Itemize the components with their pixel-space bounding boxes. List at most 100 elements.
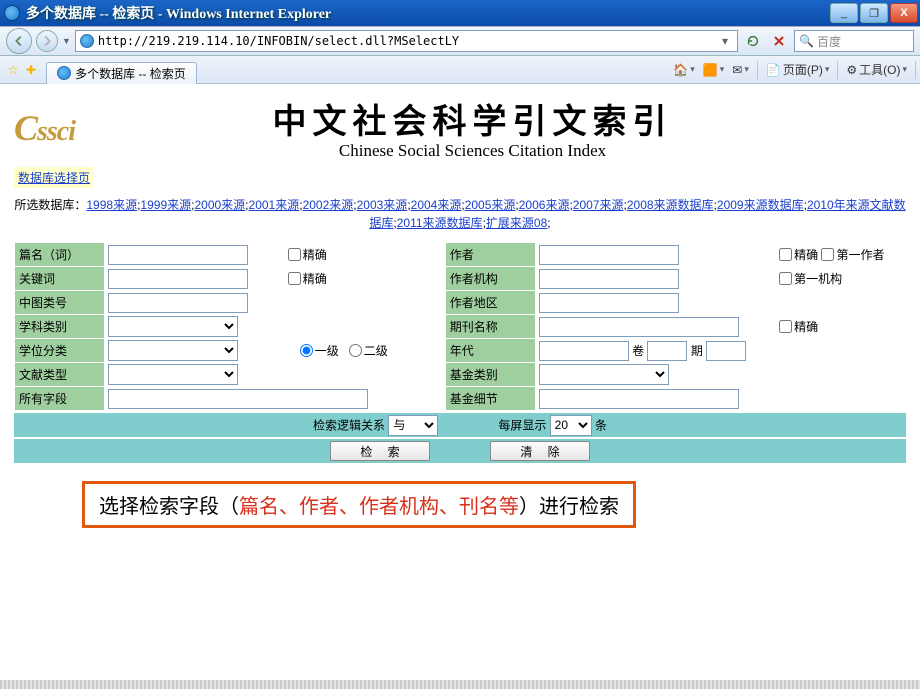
db-link[interactable]: 2000来源 (194, 198, 245, 212)
select-discipline[interactable] (108, 316, 238, 337)
select-doctype[interactable] (108, 364, 238, 385)
tab-label: 多个数据库 -- 检索页 (75, 65, 186, 82)
search-placeholder: 百度 (817, 33, 841, 50)
ie-icon (4, 5, 20, 21)
input-issue[interactable] (706, 341, 746, 361)
input-author[interactable] (539, 245, 679, 265)
favorites-star-icon[interactable]: ☆ (4, 61, 22, 79)
rss-menu[interactable]: 🟧 ▾ (703, 63, 724, 77)
clear-button[interactable]: 清 除 (490, 441, 590, 461)
label-journal: 期刊名称 (445, 315, 535, 339)
perpage-unit: 条 (595, 418, 607, 432)
url-input[interactable] (98, 34, 717, 48)
chk-title-exact[interactable]: 精确 (288, 246, 327, 263)
input-org[interactable] (539, 269, 679, 289)
input-journal[interactable] (539, 317, 739, 337)
input-volume[interactable] (647, 341, 687, 361)
label-funddetail: 基金细节 (445, 387, 535, 411)
db-link[interactable]: 2004来源 (411, 198, 462, 212)
minimize-button[interactable]: _ (830, 3, 858, 23)
search-form: 篇名（词） 精确 作者 精确 第一作者 关键词 精确 作者机构 第一机构 中图类… (14, 242, 906, 463)
selected-db-label: 所选数据库： (14, 198, 86, 212)
select-fundtype[interactable] (539, 364, 669, 385)
forward-button[interactable] (36, 30, 58, 52)
input-keyword[interactable] (108, 269, 248, 289)
refresh-button[interactable] (742, 30, 764, 52)
chk-keyword-exact[interactable]: 精确 (288, 270, 327, 287)
select-degree[interactable] (108, 340, 238, 361)
input-allfields[interactable] (108, 389, 368, 409)
db-link[interactable]: 2008来源数据库 (627, 198, 714, 212)
perpage-label: 每屏显示 (498, 418, 546, 432)
input-year[interactable] (539, 341, 629, 361)
db-link[interactable]: 2009来源数据库 (717, 198, 804, 212)
db-link[interactable]: 2011来源数据库 (397, 216, 483, 230)
button-row: 检 索 清 除 (14, 439, 906, 463)
control-bar: 检索逻辑关系 与 每屏显示 20 条 (14, 413, 906, 437)
input-region[interactable] (539, 293, 679, 313)
maximize-button[interactable]: ❐ (860, 3, 888, 23)
label-doctype: 文献类型 (15, 363, 105, 387)
tab-page-icon (57, 66, 71, 80)
logic-label: 检索逻辑关系 (313, 418, 385, 432)
chk-first-author[interactable]: 第一作者 (821, 246, 884, 263)
page-icon (80, 34, 94, 48)
stop-button[interactable] (768, 30, 790, 52)
radio-level2[interactable]: 二级 (349, 342, 388, 359)
window-titlebar: 多个数据库 -- 检索页 - Windows Internet Explorer… (0, 0, 920, 26)
label-region: 作者地区 (445, 291, 535, 315)
title-english: Chinese Social Sciences Citation Index (39, 141, 906, 161)
input-title[interactable] (108, 245, 248, 265)
history-dropdown-icon[interactable]: ▼ (62, 36, 71, 46)
label-degree: 学位分类 (15, 339, 105, 363)
label-keyword: 关键词 (15, 267, 105, 291)
page-header: Cssci 中文社会科学引文索引 Chinese Social Sciences… (14, 94, 906, 161)
page-content: Cssci 中文社会科学引文索引 Chinese Social Sciences… (0, 84, 920, 689)
db-link[interactable]: 2006来源 (519, 198, 570, 212)
label-discipline: 学科类别 (15, 315, 105, 339)
radio-level1[interactable]: 一级 (300, 342, 339, 359)
search-button[interactable]: 检 索 (330, 441, 430, 461)
tools-menu[interactable]: ⚙ 工具(O) ▾ (846, 61, 907, 78)
select-logic[interactable]: 与 (388, 415, 438, 436)
chk-author-exact[interactable]: 精确 (779, 246, 818, 263)
input-funddetail[interactable] (539, 389, 739, 409)
label-org: 作者机构 (445, 267, 535, 291)
close-button[interactable]: X (890, 3, 918, 23)
browser-search-box[interactable]: 🔍 百度 (794, 30, 914, 52)
browser-tab[interactable]: 多个数据库 -- 检索页 (46, 62, 197, 84)
label-clc: 中图类号 (15, 291, 105, 315)
chk-first-org[interactable]: 第一机构 (779, 270, 842, 287)
search-icon: 🔍 (799, 34, 814, 48)
database-select-link-bar: 数据库选择页 (14, 167, 94, 188)
home-menu[interactable]: 🏠 ▾ (673, 63, 694, 77)
db-link[interactable]: 2007来源 (573, 198, 624, 212)
toolbar-right: 🏠 ▾ 🟧 ▾ ✉ ▾ 📄 页面(P) ▾ ⚙ 工具(O) ▾ (673, 61, 916, 79)
db-link[interactable]: 2001来源 (249, 198, 300, 212)
label-allfields: 所有字段 (15, 387, 105, 411)
back-button[interactable] (6, 28, 32, 54)
label-author: 作者 (445, 243, 535, 267)
select-perpage[interactable]: 20 (550, 415, 592, 436)
db-link[interactable]: 1999来源 (140, 198, 191, 212)
annotation-callout: 选择检索字段（篇名、作者、作者机构、刊名等）进行检索 (82, 481, 636, 528)
slide-bottom-pattern (0, 680, 920, 689)
db-link[interactable]: 2005来源 (465, 198, 516, 212)
chk-journal-exact[interactable]: 精确 (779, 318, 818, 335)
window-controls: _ ❐ X (830, 3, 920, 23)
title-block: 中文社会科学引文索引 Chinese Social Sciences Citat… (39, 94, 906, 161)
database-select-link[interactable]: 数据库选择页 (18, 171, 90, 185)
url-dropdown-icon[interactable]: ▾ (717, 34, 733, 48)
db-link[interactable]: 2003来源 (357, 198, 408, 212)
db-link[interactable]: 扩展来源08 (486, 216, 547, 230)
db-link[interactable]: 2002来源 (303, 198, 354, 212)
input-clc[interactable] (108, 293, 248, 313)
db-link[interactable]: 1998来源 (86, 198, 137, 212)
mail-menu[interactable]: ✉ ▾ (732, 63, 749, 77)
page-menu[interactable]: 📄 页面(P) ▾ (766, 61, 829, 78)
label-fundtype: 基金类别 (445, 363, 535, 387)
window-title: 多个数据库 -- 检索页 - Windows Internet Explorer (26, 3, 331, 23)
favorites-add-icon[interactable]: ✚ (26, 63, 36, 77)
address-bar: ▼ ▾ 🔍 百度 (0, 26, 920, 56)
browser-toolbar: ☆ ✚ 多个数据库 -- 检索页 🏠 ▾ 🟧 ▾ ✉ ▾ 📄 页面(P) ▾ ⚙… (0, 56, 920, 84)
